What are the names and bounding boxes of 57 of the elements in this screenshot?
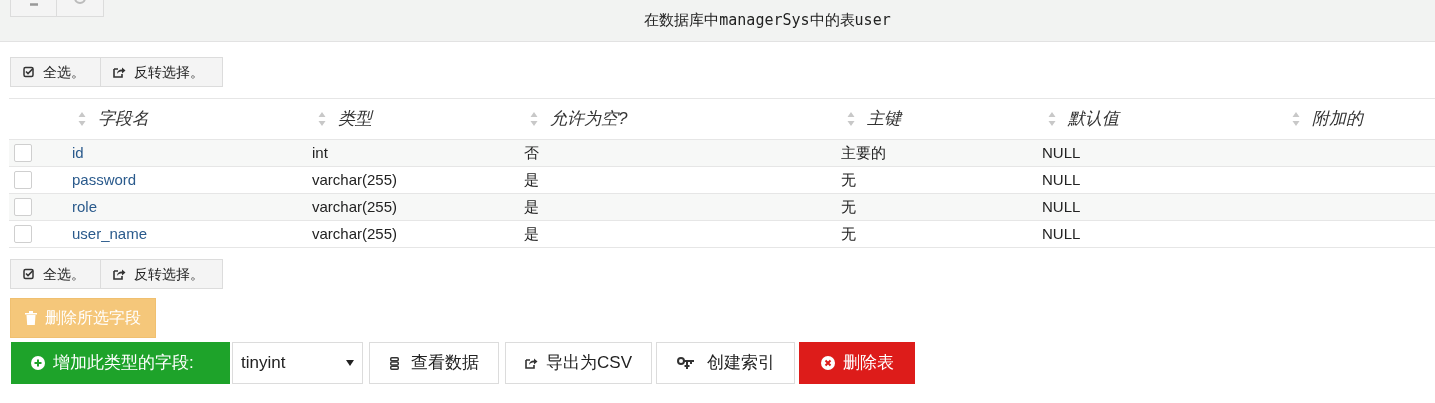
drop-table-button[interactable]: 删除表 (799, 342, 915, 384)
table-cell: NULL (1042, 198, 1081, 215)
share-icon (113, 268, 126, 280)
table-cell: 无 (841, 225, 856, 242)
row-checkbox[interactable] (14, 171, 32, 189)
select-all-button[interactable]: 全选。 (10, 57, 101, 87)
create-index-button[interactable]: 创建索引 (656, 342, 795, 384)
field-link[interactable]: id (72, 144, 84, 161)
sort-icon (530, 111, 538, 127)
plus-circle-icon (31, 356, 45, 370)
share-icon (113, 66, 126, 78)
column-header[interactable]: 默认值 (1068, 106, 1119, 132)
sort-icon (847, 111, 855, 127)
column-header[interactable]: 主键 (867, 106, 901, 132)
close-icon (820, 356, 835, 370)
table-cell: varchar(255) (312, 171, 398, 188)
view-data-button[interactable]: 查看数据 (369, 342, 499, 384)
column-header[interactable]: 字段名 (98, 106, 149, 132)
column-header[interactable]: 类型 (338, 106, 372, 132)
sort-icon (1048, 111, 1056, 127)
table-cell: 是 (524, 198, 539, 215)
table-cell: 无 (841, 198, 856, 215)
select-all-button[interactable]: 全选。 (10, 259, 101, 289)
checkbox-icon (23, 66, 35, 78)
type-select[interactable]: tinyint (232, 342, 363, 384)
caret-icon (346, 360, 354, 366)
row-checkbox[interactable] (14, 144, 32, 162)
table-title: 在数据库中managerSys中的表user (644, 10, 891, 32)
field-link[interactable]: user_name (72, 225, 148, 242)
table-cell: 否 (524, 144, 539, 161)
invert-selection-button[interactable]: 反转选择。 (101, 259, 223, 289)
field-link[interactable]: password (72, 171, 137, 188)
column-header[interactable]: 允许为空? (550, 106, 628, 132)
table-cell: 无 (841, 171, 856, 188)
share-icon (525, 357, 538, 369)
table-cell: NULL (1042, 144, 1081, 161)
table-cell: 是 (524, 225, 539, 242)
table-cell: 是 (524, 171, 539, 188)
row-checkbox[interactable] (14, 225, 32, 243)
invert-selection-button[interactable]: 反转选择。 (101, 57, 223, 87)
checkbox-icon (23, 268, 35, 280)
row-checkbox[interactable] (14, 198, 32, 216)
table-cell: NULL (1042, 225, 1081, 242)
table-cell: varchar(255) (312, 225, 398, 242)
column-header[interactable]: 附加的 (1312, 106, 1363, 132)
sort-icon (78, 111, 86, 127)
list-icon (389, 356, 399, 370)
table-cell: 主要的 (841, 144, 886, 161)
export-csv-button[interactable]: 导出为CSV (505, 342, 652, 384)
key-icon (676, 356, 695, 370)
table-cell: NULL (1042, 171, 1081, 188)
table-cell: varchar(255) (312, 198, 398, 215)
table-cell: int (312, 144, 328, 161)
sort-icon (318, 111, 326, 127)
trash-icon (25, 311, 37, 325)
field-link[interactable]: role (72, 198, 97, 215)
sort-icon (1292, 111, 1300, 127)
